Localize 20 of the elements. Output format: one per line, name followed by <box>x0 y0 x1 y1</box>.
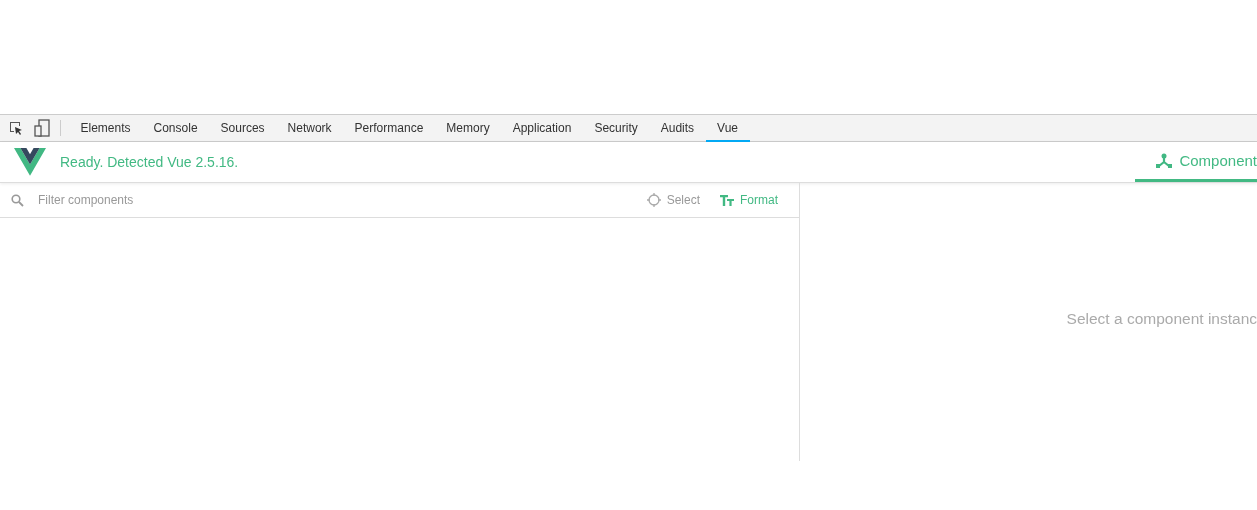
devtools-tab[interactable]: Elements <box>69 115 143 142</box>
search-icon <box>11 193 24 207</box>
device-icon[interactable] <box>34 119 50 137</box>
logo-icon <box>14 148 46 176</box>
devtools-tab[interactable]: Security <box>582 115 650 142</box>
empty-message: Select a component instanc <box>1066 310 1257 328</box>
devtools-tab[interactable]: Sources <box>209 115 277 142</box>
devtools-tab[interactable]: Network <box>276 115 344 142</box>
component-tree-icon <box>1155 152 1174 169</box>
devtools-tab[interactable]: Application <box>501 115 583 142</box>
devtools-tab[interactable]: Vue <box>705 115 750 142</box>
text-format-icon <box>720 194 734 206</box>
devtools-tab[interactable]: Audits <box>649 115 706 142</box>
devtools-tab[interactable]: Performance <box>343 115 435 142</box>
devtools-tab[interactable]: Console <box>142 115 210 142</box>
inspect-icon[interactable] <box>8 120 24 136</box>
status-message: Ready. Detected Vue 2.5.16. <box>60 154 239 170</box>
devtools-tab[interactable]: Memory <box>434 115 502 142</box>
crosshair-icon <box>646 193 661 207</box>
filter-field[interactable]: Filter components <box>36 192 647 208</box>
